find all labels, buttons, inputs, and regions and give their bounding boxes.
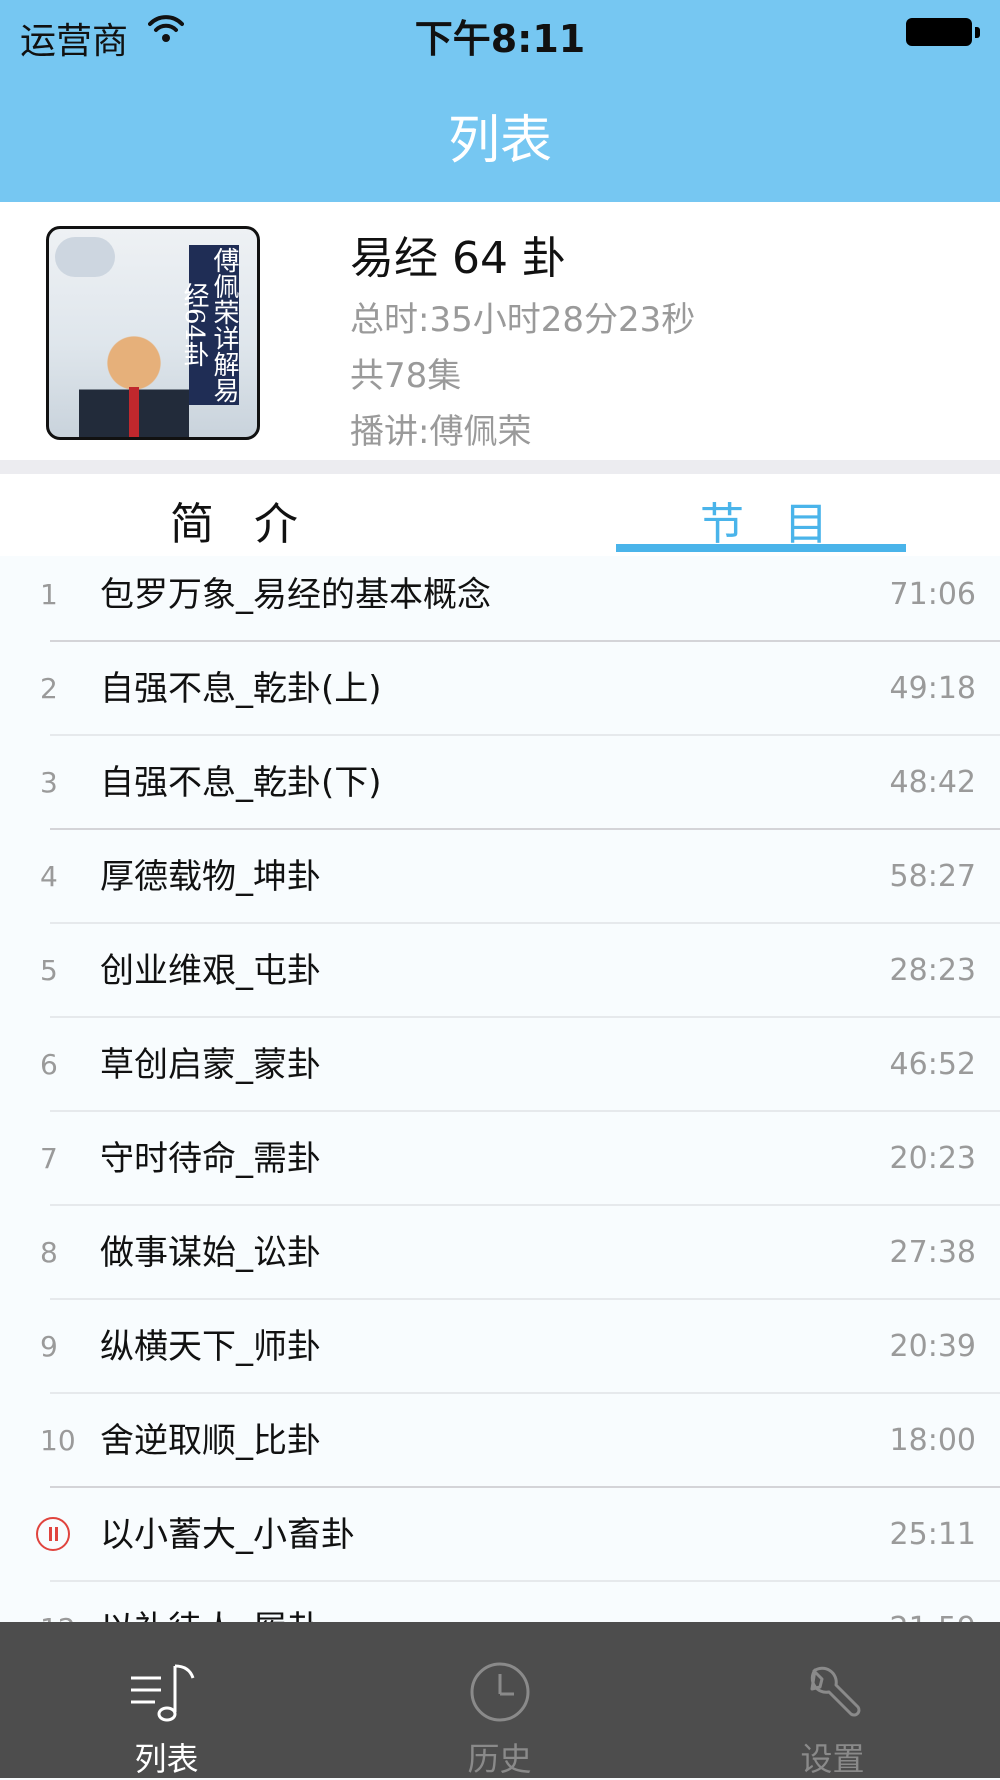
wrench-icon xyxy=(810,1666,860,1717)
pause-icon[interactable] xyxy=(36,1517,70,1551)
track-number: 5 xyxy=(40,954,58,987)
track-row[interactable]: 9 纵横天下_师卦 20:39 xyxy=(0,1300,1000,1394)
track-duration: 20:23 xyxy=(889,1141,976,1176)
track-duration: 48:42 xyxy=(889,765,976,800)
album-speaker: 播讲:傅佩荣 xyxy=(350,412,532,452)
track-title: 守时待命_需卦 xyxy=(100,1139,321,1179)
track-title: 创业维艰_屯卦 xyxy=(100,951,321,991)
track-title: 自强不息_乾卦(上) xyxy=(100,669,382,709)
track-number: 10 xyxy=(40,1424,76,1457)
album-total-time: 总时:35小时28分23秒 xyxy=(350,300,696,340)
battery-icon xyxy=(906,18,980,48)
track-number: 12 xyxy=(40,1582,76,1622)
track-duration: 46:52 xyxy=(889,1047,976,1082)
track-duration: 21:59 xyxy=(890,1582,976,1622)
segment-tabs: 简介 节目 xyxy=(0,474,1000,556)
tab-bar: 列表 历史 设置 xyxy=(0,1622,1000,1778)
tabbar-item-list[interactable]: 列表 xyxy=(0,1622,333,1778)
track-title: 厚德载物_坤卦 xyxy=(100,857,321,897)
track-duration: 71:06 xyxy=(889,577,976,612)
album-episode-count: 共78集 xyxy=(350,356,462,396)
tabbar-item-history[interactable]: 历史 xyxy=(333,1622,666,1778)
track-number: 2 xyxy=(40,672,58,705)
track-row[interactable]: 10 舍逆取顺_比卦 18:00 xyxy=(0,1394,1000,1488)
track-number: 6 xyxy=(40,1048,58,1081)
track-number: 3 xyxy=(40,766,58,799)
page-title: 列表 xyxy=(447,111,552,171)
track-duration: 25:11 xyxy=(889,1517,976,1552)
track-number: 1 xyxy=(40,578,58,611)
tab-program[interactable]: 节目 xyxy=(700,488,868,552)
track-title: 以小蓄大_小畜卦 xyxy=(100,1515,355,1555)
track-title: 包罗万象_易经的基本概念 xyxy=(100,575,491,615)
track-duration: 49:18 xyxy=(889,671,976,706)
track-row[interactable]: 6 草创启蒙_蒙卦 46:52 xyxy=(0,1018,1000,1112)
track-row[interactable]: 2 自强不息_乾卦(上) 49:18 xyxy=(0,642,1000,736)
track-number: 7 xyxy=(40,1142,58,1175)
track-duration: 27:38 xyxy=(889,1235,976,1270)
track-title: 以礼待人_履卦 xyxy=(100,1582,321,1622)
album-info: 傅佩荣详解易经64卦 易经 64 卦 总时:35小时28分23秒 共78集 播讲… xyxy=(0,202,1000,460)
tabbar-label-list: 列表 xyxy=(134,1740,199,1778)
cover-cloud-decoration xyxy=(55,237,115,277)
track-title: 纵横天下_师卦 xyxy=(100,1327,321,1367)
track-title: 草创启蒙_蒙卦 xyxy=(100,1045,321,1085)
music-list-icon xyxy=(130,1664,194,1722)
track-row[interactable]: 4 厚德载物_坤卦 58:27 xyxy=(0,830,1000,924)
album-cover: 傅佩荣详解易经64卦 xyxy=(46,226,260,440)
cover-tie xyxy=(129,387,139,437)
track-duration: 28:23 xyxy=(889,953,976,988)
track-row[interactable]: 12 以礼待人_履卦 21:59 xyxy=(0,1582,1000,1622)
header: 运营商 下午8:11 列表 xyxy=(0,0,1000,202)
clock-icon xyxy=(470,1662,529,1722)
track-title: 自强不息_乾卦(下) xyxy=(100,763,382,803)
track-number: 9 xyxy=(40,1330,58,1363)
track-row[interactable]: 1 包罗万象_易经的基本概念 71:06 xyxy=(0,548,1000,642)
track-row[interactable]: 5 创业维艰_屯卦 28:23 xyxy=(0,924,1000,1018)
track-number: 4 xyxy=(40,860,58,893)
section-divider xyxy=(0,460,1000,474)
track-number: 8 xyxy=(40,1236,58,1269)
cover-spine-text: 傅佩荣详解易经64卦 xyxy=(179,245,239,405)
status-time: 下午8:11 xyxy=(414,17,586,61)
track-duration: 20:39 xyxy=(889,1329,976,1364)
track-duration: 18:00 xyxy=(889,1423,976,1458)
album-title: 易经 64 卦 xyxy=(350,233,566,284)
tabbar-item-settings[interactable]: 设置 xyxy=(666,1622,999,1778)
track-row[interactable]: 8 做事谋始_讼卦 27:38 xyxy=(0,1206,1000,1300)
track-row-playing[interactable]: 以小蓄大_小畜卦 25:11 xyxy=(0,1488,1000,1582)
track-list: 1 包罗万象_易经的基本概念 71:06 2 自强不息_乾卦(上) 49:18 … xyxy=(0,548,1000,1622)
track-title: 舍逆取顺_比卦 xyxy=(100,1421,321,1461)
track-duration: 58:27 xyxy=(889,859,976,894)
tabbar-label-history: 历史 xyxy=(467,1740,532,1778)
track-row[interactable]: 3 自强不息_乾卦(下) 48:42 xyxy=(0,736,1000,830)
tabbar-label-settings: 设置 xyxy=(800,1740,865,1778)
track-row[interactable]: 7 守时待命_需卦 20:23 xyxy=(0,1112,1000,1206)
track-title: 做事谋始_讼卦 xyxy=(100,1233,321,1273)
tab-intro[interactable]: 简介 xyxy=(170,488,338,552)
